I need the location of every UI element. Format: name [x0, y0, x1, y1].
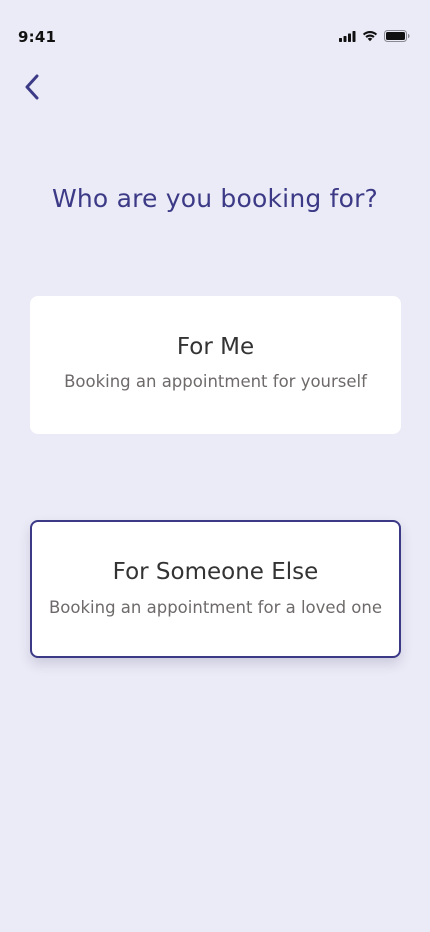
page-title: Who are you booking for?: [51, 184, 379, 213]
option-card-subtitle: Booking an appointment for a loved one: [48, 598, 382, 617]
cellular-signal-icon: [339, 30, 356, 42]
status-time: 9:41: [18, 28, 57, 46]
battery-icon: [384, 30, 410, 42]
status-icons: [339, 29, 410, 43]
option-card-for-someone-else[interactable]: For Someone Else Booking an appointment …: [30, 520, 401, 658]
wifi-icon: [362, 30, 378, 42]
option-card-subtitle: Booking an appointment for yourself: [64, 372, 367, 391]
option-card-title: For Me: [176, 334, 255, 360]
option-card-for-me[interactable]: For Me Booking an appointment for yourse…: [30, 296, 401, 434]
status-bar: 9:41: [0, 0, 430, 54]
chevron-left-icon: [24, 74, 40, 105]
option-card-title: For Someone Else: [112, 559, 319, 585]
back-button[interactable]: [16, 72, 48, 106]
